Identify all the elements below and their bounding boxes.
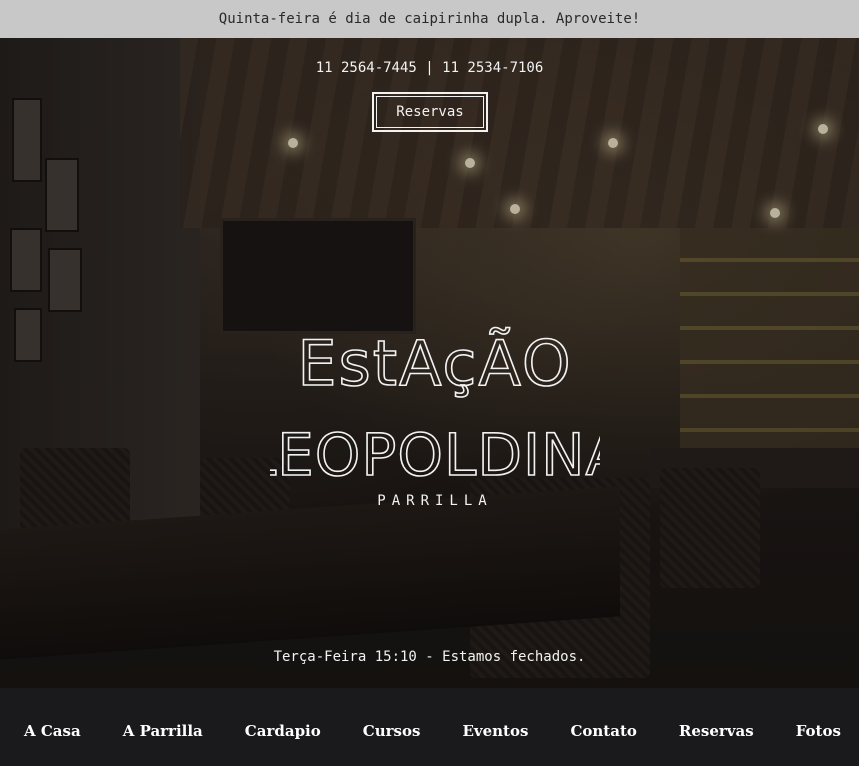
nav-item-eventos[interactable]: Eventos bbox=[462, 714, 528, 740]
logo-line-1: EstAçÃO bbox=[297, 327, 572, 400]
announcement-text: Quinta-feira é dia de caipirinha dupla. … bbox=[218, 11, 641, 27]
nav-item-reservas[interactable]: Reservas bbox=[679, 714, 754, 740]
opening-status: Terça-Feira 15:10 - Estamos fechados. bbox=[273, 649, 586, 665]
nav-item-cardapio[interactable]: Cardapio bbox=[245, 714, 321, 740]
nav-item-cursos[interactable]: Cursos bbox=[363, 714, 421, 740]
hero-section: 11 2564-7445 | 11 2534-7106 Reservas Est… bbox=[0, 38, 859, 688]
announcement-bar: Quinta-feira é dia de caipirinha dupla. … bbox=[0, 0, 859, 38]
nav-item-a-casa[interactable]: A Casa bbox=[24, 714, 81, 740]
main-nav: A Casa A Parrilla Cardapio Cursos Evento… bbox=[0, 688, 859, 766]
reserve-button[interactable]: Reservas bbox=[372, 92, 488, 132]
restaurant-logo: EstAçÃO LEOPOLDINA PARRILLA bbox=[270, 326, 600, 509]
phone-numbers: 11 2564-7445 | 11 2534-7106 bbox=[315, 60, 544, 76]
logo-line-2: LEOPOLDINA bbox=[270, 421, 600, 489]
logo-tagline: PARRILLA bbox=[377, 493, 492, 509]
reserve-button-label: Reservas bbox=[396, 104, 464, 120]
nav-item-contato[interactable]: Contato bbox=[570, 714, 636, 740]
nav-item-a-parrilla[interactable]: A Parrilla bbox=[123, 714, 203, 740]
nav-item-fotos[interactable]: Fotos bbox=[796, 714, 841, 740]
